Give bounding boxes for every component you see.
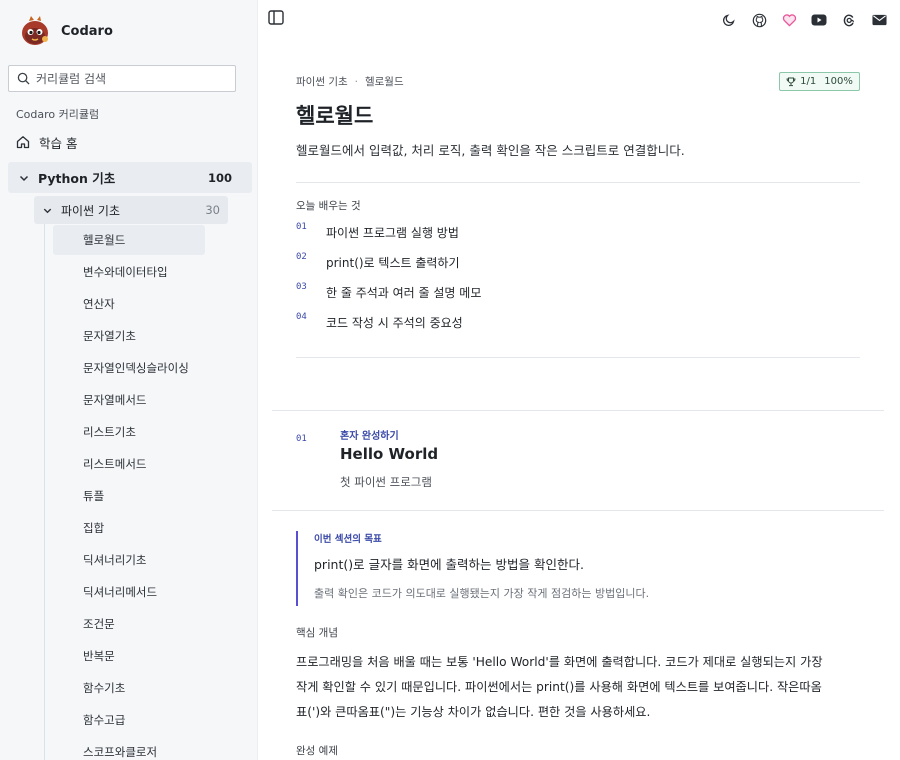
list-item-text: 파이썬 프로그램 실행 방법 — [326, 226, 459, 240]
section-subtitle: 첫 파이썬 프로그램 — [340, 475, 432, 489]
divider — [296, 357, 860, 358]
course-label: Python 기초 — [38, 171, 116, 186]
section-kicker: 혼자 완성하기 — [340, 431, 399, 442]
progress-percent: 100% — [824, 76, 853, 87]
section-number: 01 — [296, 434, 307, 444]
sidebar-lesson-item[interactable]: 문자열인덱싱슬라이싱 — [53, 352, 233, 384]
goal-label: 이번 섹션의 목표 — [314, 534, 382, 545]
section-goal-callout: 이번 섹션의 목표 print()로 글자를 화면에 출력하는 방법을 확인한다… — [296, 531, 856, 606]
sidebar-lesson-item[interactable]: 반복문 — [53, 640, 233, 672]
main-content: 파이썬 기초 · 헬로월드 1/1 100% 헬로월드 헬로월드에서 입력값, 처리… — [272, 0, 900, 760]
module-label: 파이썬 기초 — [61, 203, 121, 218]
sidebar-lesson-item[interactable]: 함수기초 — [53, 672, 233, 704]
sidebar-lesson-item[interactable]: 리스트메서드 — [53, 448, 233, 480]
list-item-number: 03 — [296, 282, 307, 292]
page-title: 헬로월드 — [296, 104, 374, 128]
core-concept-text: 프로그래밍을 처음 배울 때는 보통 'Hello World'를 화면에 출력… — [296, 655, 823, 719]
sidebar-lesson-item[interactable]: 스코프와클로저 — [53, 736, 233, 760]
sidebar-lesson-item[interactable]: 문자열기초 — [53, 320, 233, 352]
brand[interactable]: Codaro — [18, 14, 113, 48]
sidebar-lesson-item[interactable]: 헬로월드 — [53, 225, 205, 255]
sidebar: Codaro Codaro 커리큘럼 학습 홈 Python 기초 100 파이… — [0, 0, 258, 760]
divider — [296, 182, 860, 183]
sidebar-lesson-item[interactable]: 딕셔너리메서드 — [53, 576, 233, 608]
sidebar-lesson-item[interactable]: 문자열메서드 — [53, 384, 233, 416]
search-input[interactable] — [36, 71, 226, 86]
sidebar-lesson-item[interactable]: 집합 — [53, 512, 233, 544]
sidebar-item-home[interactable]: 학습 홈 — [8, 129, 252, 155]
search-box[interactable] — [8, 65, 236, 92]
list-item-text: 코드 작성 시 주석의 중요성 — [326, 316, 463, 330]
sidebar-lesson-item[interactable]: 변수와데이터타입 — [53, 256, 233, 288]
chevron-down-icon — [43, 208, 52, 213]
mascot-logo-icon — [18, 14, 52, 48]
course-count: 100 — [207, 170, 232, 185]
sidebar-lesson-item[interactable]: 튜플 — [53, 480, 233, 512]
sidebar-module-python-basics[interactable]: 파이썬 기초 30 — [34, 196, 228, 224]
search-icon — [17, 72, 30, 85]
breadcrumb-item[interactable]: 헬로월드 — [365, 76, 404, 88]
list-item-text: 한 줄 주석과 여러 줄 설명 메모 — [326, 286, 482, 300]
trophy-icon — [786, 77, 796, 86]
breadcrumb: 파이썬 기초 · 헬로월드 — [296, 74, 404, 89]
breadcrumb-separator: · — [354, 76, 358, 88]
list-item-number: 02 — [296, 252, 307, 262]
core-concept-label: 핵심 개념 — [296, 627, 338, 639]
goal-note: 출력 확인은 코드가 의도대로 실행됐는지 가장 작게 점검하는 방법입니다. — [314, 587, 650, 600]
page-description: 헬로월드에서 입력값, 처리 로직, 출력 확인을 작은 스크립트로 연결합니다… — [296, 143, 685, 158]
divider — [272, 410, 884, 411]
tree-line — [44, 224, 45, 760]
learn-label: 오늘 배우는 것 — [296, 200, 361, 212]
sidebar-item-home-label: 학습 홈 — [39, 135, 78, 151]
divider — [272, 510, 884, 511]
list-item-number: 01 — [296, 222, 307, 232]
sidebar-lesson-item[interactable]: 함수고급 — [53, 704, 233, 736]
list-item-text: print()로 텍스트 출력하기 — [326, 256, 460, 270]
progress-count: 1/1 — [800, 76, 817, 87]
lesson-list: 헬로월드 변수와데이터타입 연산자 문자열기초 문자열인덱싱슬라이싱 문자열메서드 리스트기… — [53, 224, 233, 760]
section-title: Hello World — [340, 445, 439, 463]
sidebar-lesson-item[interactable]: 리스트기초 — [53, 416, 233, 448]
sidebar-lesson-item[interactable]: 연산자 — [53, 288, 233, 320]
chevron-down-icon — [19, 175, 29, 181]
breadcrumb-item[interactable]: 파이썬 기초 — [296, 76, 348, 88]
example-label: 완성 예제 — [296, 745, 338, 757]
goal-text: print()로 글자를 화면에 출력하는 방법을 확인한다. — [314, 557, 584, 572]
home-icon — [16, 136, 30, 149]
sidebar-lesson-item[interactable]: 딕셔너리기초 — [53, 544, 233, 576]
brand-name: Codaro — [61, 23, 113, 39]
sidebar-course-python[interactable]: Python 기초 100 — [8, 162, 252, 193]
curriculum-section-label: Codaro 커리큘럼 — [16, 108, 100, 121]
progress-badge: 1/1 100% — [779, 72, 860, 91]
list-item-number: 04 — [296, 312, 307, 322]
module-count: 30 — [205, 203, 220, 217]
sidebar-lesson-item[interactable]: 조건문 — [53, 608, 233, 640]
